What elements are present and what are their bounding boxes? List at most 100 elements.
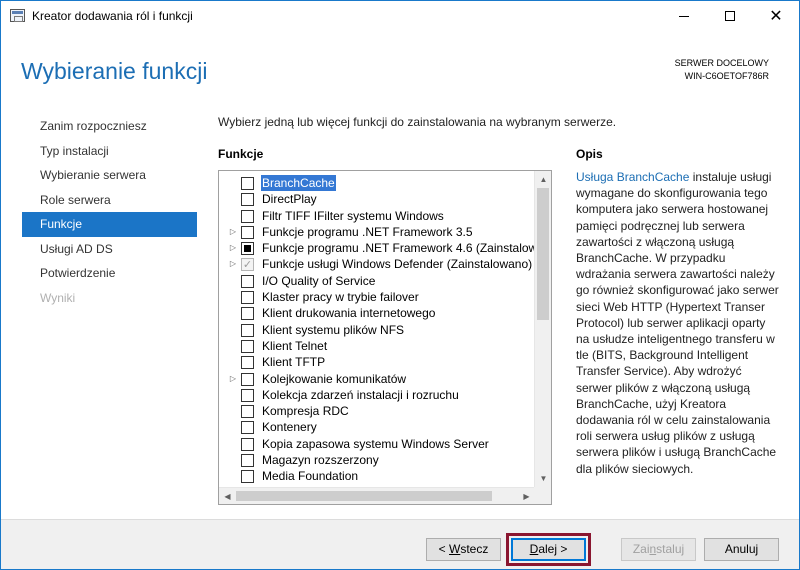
back-button-label-prefix: < [438,542,449,556]
feature-row[interactable]: BranchCache [219,175,532,192]
feature-row[interactable]: I/O Quality of Service [219,273,532,289]
feature-checkbox[interactable] [241,323,254,337]
expand-arrow-icon[interactable]: ▷ [229,224,237,240]
feature-label[interactable]: Kopia zapasowa systemu Windows Server [262,436,489,452]
feature-label[interactable]: Klient TFTP [262,354,325,370]
feature-label[interactable]: I/O Quality of Service [262,273,375,289]
feature-label[interactable]: Klient systemu plików NFS [262,322,404,338]
description-heading: Opis [576,147,603,161]
install-button: Zainstaluj [621,538,696,561]
nav-item-features[interactable]: Funkcje [22,212,197,237]
maximize-button[interactable] [707,1,753,31]
feature-label[interactable]: Magazyn rozszerzony [262,452,379,468]
footer-bar: < Wstecz Dalej > Zainstaluj Anuluj [1,519,799,569]
feature-checkbox[interactable] [241,421,254,435]
feature-row[interactable]: Kolekcja zdarzeń instalacji i rozruchu [219,387,532,403]
install-button-label-prefix: Zai [632,542,650,556]
title-bar[interactable]: Kreator dodawania ról i funkcji ✕ [1,1,799,31]
feature-label[interactable]: Filtr TIFF IFilter systemu Windows [262,208,444,224]
features-list[interactable]: BranchCache DirectPlay Filtr TIFF IFilter … [218,170,552,505]
scroll-corner [534,487,551,504]
feature-checkbox[interactable] [241,274,254,288]
description-link[interactable]: Usługa BranchCache [576,170,689,184]
feature-checkbox[interactable] [241,225,254,239]
feature-checkbox[interactable] [241,437,254,451]
feature-row[interactable]: ▷ Funkcje programu .NET Framework 4.6 (Za… [219,240,537,256]
feature-row[interactable]: Magazyn rozszerzony [219,452,532,468]
feature-label[interactable]: Klient Telnet [262,338,327,354]
feature-row[interactable]: Kopia zapasowa systemu Windows Server [219,436,532,452]
maximize-icon [725,11,735,21]
feature-label[interactable]: Kontenery [262,419,317,435]
feature-label[interactable]: Funkcje programu .NET Framework 4.6 (Zai… [262,240,537,256]
server-name: WIN-C6OETOF786R [684,71,769,81]
feature-description: Usługa BranchCache instaluje usługi wyma… [576,169,780,477]
feature-row[interactable]: Kompresja RDC [219,403,532,419]
server-info: SERWER DOCELOWY WIN-C6OETOF786R [675,57,769,83]
features-heading: Funkcje [218,147,264,161]
horizontal-scrollbar[interactable]: ◀ ▶ [219,487,535,504]
feature-checkbox[interactable] [241,242,254,256]
feature-row[interactable]: ▷ Kolejkowanie komunikatów [219,371,532,387]
vertical-scroll-thumb[interactable] [537,188,549,320]
feature-row[interactable]: DirectPlay [219,191,532,207]
feature-checkbox [241,258,254,272]
expand-arrow-icon[interactable]: ▷ [229,240,237,256]
feature-checkbox[interactable] [241,209,254,223]
back-button[interactable]: < Wstecz [426,538,501,561]
horizontal-scroll-thumb[interactable] [236,491,492,501]
feature-row[interactable]: Klient systemu plików NFS [219,322,532,338]
feature-checkbox[interactable] [241,307,254,321]
scroll-right-icon[interactable]: ▶ [518,488,535,504]
feature-row[interactable]: ▷ Funkcje usługi Windows Defender (Zainst… [219,256,532,272]
scroll-left-icon[interactable]: ◀ [219,488,236,504]
feature-label[interactable]: Kolekcja zdarzeń instalacji i rozruchu [262,387,459,403]
description-text: instaluje usługi wymagane do skonfigurow… [576,170,779,476]
feature-row[interactable]: Klient Telnet [219,338,532,354]
nav-item-server-selection[interactable]: Wybieranie serwera [22,163,197,188]
cancel-button[interactable]: Anuluj [704,538,779,561]
feature-row[interactable]: ▷ Funkcje programu .NET Framework 3.5 [219,224,532,240]
feature-label[interactable]: Funkcje usługi Windows Defender (Zainsta… [262,256,532,272]
feature-checkbox[interactable] [241,291,254,305]
feature-label[interactable]: Kompresja RDC [262,403,349,419]
feature-label[interactable]: Funkcje programu .NET Framework 3.5 [262,224,473,240]
feature-checkbox[interactable] [241,193,254,207]
feature-checkbox[interactable] [241,470,254,484]
feature-checkbox[interactable] [241,405,254,419]
feature-checkbox[interactable] [241,356,254,370]
feature-label[interactable]: Kolejkowanie komunikatów [262,371,406,387]
expand-arrow-icon[interactable]: ▷ [229,256,237,272]
feature-label[interactable]: Media Foundation [262,468,358,484]
close-button[interactable]: ✕ [753,1,799,31]
vertical-scrollbar[interactable]: ▲ ▼ [534,171,551,487]
feature-checkbox[interactable] [241,372,254,386]
feature-label[interactable]: BranchCache [261,175,336,192]
feature-label[interactable]: Klaster pracy w trybie failover [262,289,419,305]
nav-item-installation-type[interactable]: Typ instalacji [22,139,197,164]
nav-item-confirmation[interactable]: Potwierdzenie [22,261,197,286]
nav-item-server-roles[interactable]: Role serwera [22,188,197,213]
expand-arrow-icon[interactable]: ▷ [229,371,237,387]
feature-row[interactable]: Media Foundation [219,468,532,484]
install-button-label-suffix: staluj [656,542,685,556]
scroll-down-icon[interactable]: ▼ [535,470,551,487]
feature-label[interactable]: Klient drukowania internetowego [262,305,435,321]
dialog-window: Kreator dodawania ról i funkcji ✕ Wybier… [0,0,800,570]
nav-item-ad-ds[interactable]: Usługi AD DS [22,237,197,262]
feature-checkbox[interactable] [241,177,254,190]
feature-row[interactable]: Klient drukowania internetowego [219,305,532,321]
features-rows: BranchCache DirectPlay Filtr TIFF IFilter … [219,175,537,485]
scroll-up-icon[interactable]: ▲ [535,171,551,188]
feature-row[interactable]: Kontenery [219,419,532,435]
feature-checkbox[interactable] [241,388,254,402]
feature-row[interactable]: Klient TFTP [219,354,532,370]
nav-item-before-you-begin[interactable]: Zanim rozpoczniesz [22,114,197,139]
feature-checkbox[interactable] [241,339,254,353]
app-icon [10,9,25,22]
feature-row[interactable]: Klaster pracy w trybie failover [219,289,532,305]
feature-checkbox[interactable] [241,454,254,468]
feature-label[interactable]: DirectPlay [262,191,317,207]
feature-row[interactable]: Filtr TIFF IFilter systemu Windows [219,208,532,224]
minimize-button[interactable] [661,1,707,31]
